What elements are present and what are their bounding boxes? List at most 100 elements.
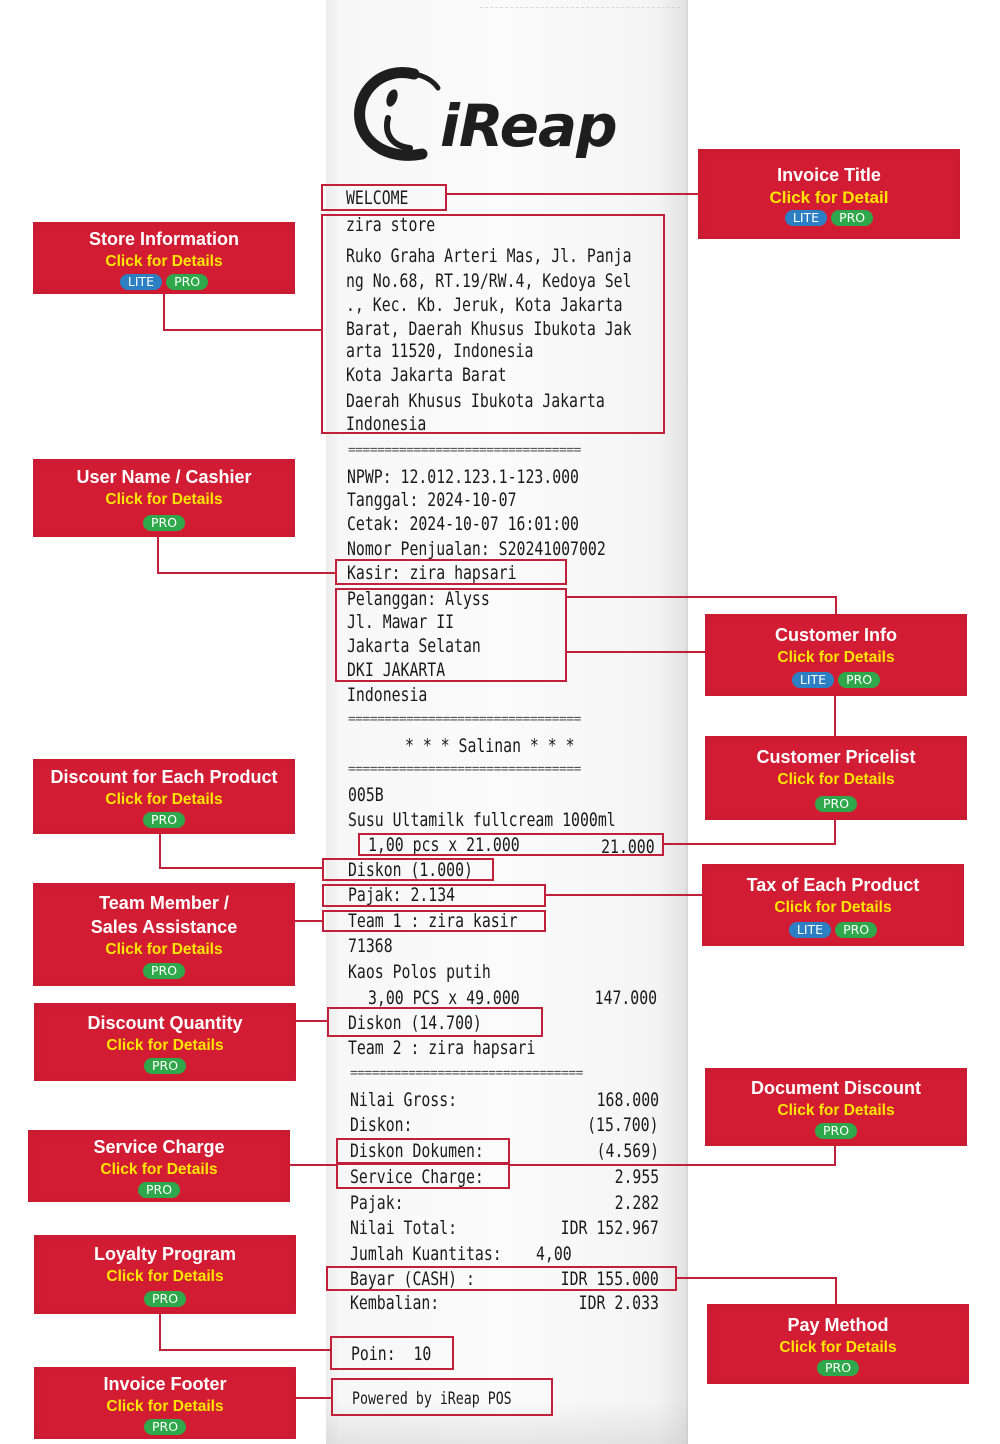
lite-badge: LITE [791,671,835,688]
callout-link[interactable]: Click for Details [106,1396,223,1417]
pro-badge: PRO [143,1057,187,1074]
callout-title: Sales Assistance [90,916,238,937]
highlight-pay-method [326,1266,677,1291]
callout-discount-qty[interactable]: Discount Quantity Click for Details PRO [34,1003,296,1081]
callout-title: User Name / Cashier [76,467,252,487]
callout-link[interactable]: Click for Details [777,647,894,668]
total-value: (4.569) [596,1140,659,1162]
callout-link[interactable]: Click for Details [106,1266,223,1287]
highlight-tax-each [322,884,546,907]
connector-footer [296,1397,332,1399]
callout-team-member[interactable]: Team Member / Sales Assistance Click for… [33,883,295,986]
pro-badge: PRO [835,921,878,938]
salinan-label: * * * Salinan * * * [405,735,575,757]
total-label: Jumlah Kuantitas: [350,1243,502,1265]
highlight-pricelist [358,833,664,856]
pro-badge: PRO [142,812,186,828]
highlight-invoice-title [321,184,447,211]
callout-tax-each[interactable]: Tax of Each Product Click for Details LI… [702,864,964,946]
total-value: IDR 152.967 [560,1217,659,1239]
connector-customer-info [565,596,836,598]
highlight-team-member [322,910,546,932]
lite-badge: LITE [784,209,828,226]
callout-invoice-title[interactable]: Invoice Title Click for Detail LITE PRO [698,149,960,239]
callout-customer-info[interactable]: Customer Info Click for Details LITE PRO [705,614,967,696]
callout-title: Service Charge [93,1136,225,1157]
connector-loyalty [159,1349,331,1351]
pro-badge: PRO [814,1122,858,1139]
callout-link[interactable]: Click for Details [105,489,222,510]
connector-store-info [163,294,165,330]
connector-service-charge [290,1164,337,1166]
highlight-store-info [321,214,665,434]
connector-pay-method [677,1277,836,1279]
callout-store-info[interactable]: Store Information Click for Details LITE… [33,222,295,294]
brand-name: iReap [440,92,618,160]
lite-badge: LITE [788,921,832,938]
total-label: Diskon: [350,1114,413,1136]
callout-link[interactable]: Click for Detail [769,187,888,208]
highlight-loyalty [330,1336,454,1370]
total-label: Nilai Total: [350,1217,458,1239]
total-value: 4,00 [536,1243,572,1265]
item-team: Team 2 : zira hapsari [348,1037,536,1059]
separator: ================================ [348,443,581,458]
connector-discount-qty [296,1020,328,1022]
total-value: 168.000 [596,1089,659,1111]
total-label: Kembalian: [350,1292,440,1314]
connector-customer-info [565,651,706,653]
callout-cashier[interactable]: User Name / Cashier Click for Details PR… [33,459,295,537]
callout-link[interactable]: Click for Details [105,939,222,960]
connector-team-member [295,920,323,922]
connector-cashier [157,537,159,573]
pro-badge: PRO [831,209,874,226]
highlight-service-charge [336,1163,510,1189]
callout-document-discount[interactable]: Document Discount Click for Details PRO [705,1068,967,1146]
callout-loyalty[interactable]: Loyalty Program Click for Details PRO [34,1235,296,1314]
callout-title: Store Information [88,228,239,249]
highlight-cashier [335,559,567,585]
callout-title: Team Member / [99,892,229,913]
cetak: Cetak: 2024-10-07 16:01:00 [347,513,579,535]
separator: ================================ [348,712,581,727]
total-value: 2.282 [614,1192,659,1214]
connector-invoice-title [447,193,698,195]
callout-title: Document Discount [750,1077,921,1098]
callout-link[interactable]: Click for Details [779,1337,896,1358]
callout-footer[interactable]: Invoice Footer Click for Details PRO [34,1367,296,1439]
highlight-discount-each [322,858,494,881]
highlight-discount-qty [327,1007,543,1037]
separator: ================================ [348,762,581,777]
callout-title: Customer Info [774,624,897,645]
callout-title: Invoice Footer [103,1373,227,1394]
callout-link[interactable]: Click for Details [774,897,891,918]
connector-discount-each [159,833,161,869]
callout-link[interactable]: Click for Details [105,789,222,810]
item-code: 71368 [348,935,393,957]
callout-customer-pricelist[interactable]: Customer Pricelist Click for Details PRO [705,736,967,820]
pro-badge: PRO [838,671,881,688]
callout-link[interactable]: Click for Details [777,1100,894,1121]
connector-customer-pricelist [664,843,836,845]
connector-store-info [163,329,323,331]
callout-link[interactable]: Click for Details [105,251,222,272]
pro-badge: PRO [166,273,209,290]
connector-document-discount [834,1146,836,1166]
callout-link[interactable]: Click for Details [777,769,894,790]
pro-badge: PRO [816,1359,860,1376]
total-label: Pajak: [350,1192,404,1214]
connector-cashier [157,572,336,574]
callout-service-charge[interactable]: Service Charge Click for Details PRO [28,1130,290,1202]
callout-discount-each[interactable]: Discount for Each Product Click for Deta… [33,759,295,834]
connector-document-discount [510,1164,836,1166]
paper-marking [480,0,680,8]
item-name: Susu Ultamilk fullcream 1000ml [348,809,616,831]
separator: ================================ [350,1066,583,1081]
callout-link[interactable]: Click for Details [100,1159,217,1180]
highlight-customer-info [335,588,567,682]
item-name: Kaos Polos putih [348,961,491,983]
total-value: IDR 2.033 [578,1292,659,1314]
callout-pay-method[interactable]: Pay Method Click for Details PRO [707,1304,969,1384]
callout-title: Discount Quantity [87,1012,243,1033]
callout-link[interactable]: Click for Details [106,1035,223,1056]
